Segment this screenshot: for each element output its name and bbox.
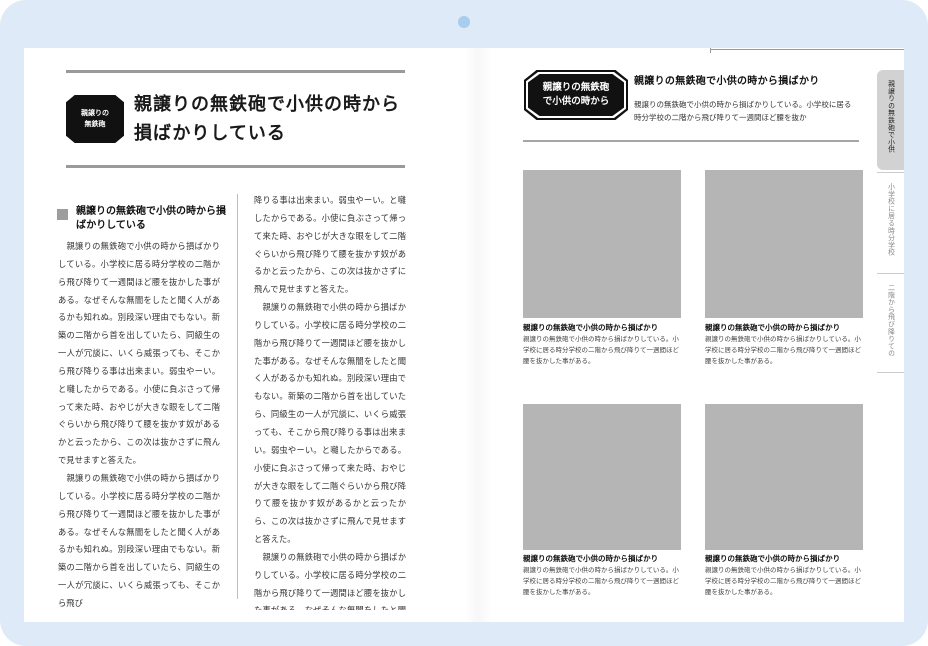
figure-image-placeholder [705, 404, 863, 550]
figure-caption-title: 親譲りの無鉄砲で小供の時から損ばかり [523, 554, 659, 563]
side-tab-3[interactable]: 二階から飛び降りての [877, 273, 904, 373]
figure-caption-body: 親譲りの無鉄砲で小供の時から損ばかりしている。小学校に居る時分学校の二階から飛び… [705, 566, 861, 596]
side-tab-label: 親譲りの無鉄砲で小供 [886, 80, 895, 153]
topic-badge-label: 親譲りの無鉄砲 で小供の時から [542, 82, 610, 107]
figure-caption-title: 親譲りの無鉄砲で小供の時から損ばかり [523, 323, 659, 332]
book-spread[interactable]: 親譲りの 無鉄砲 親譲りの無鉄砲で小供の時から損ばかりしている 親譲りの無鉄砲で… [24, 48, 904, 622]
title-top-rule [66, 70, 405, 73]
tablet-frame: 親譲りの 無鉄砲 親譲りの無鉄砲で小供の時から損ばかりしている 親譲りの無鉄砲で… [0, 0, 928, 646]
chapter-badge: 親譲りの 無鉄砲 [66, 95, 124, 143]
camera-dot [458, 16, 470, 28]
side-tab-2[interactable]: 小学校に居る時分学校 [877, 172, 904, 272]
figure-image-placeholder [523, 404, 681, 550]
figure-caption-title: 親譲りの無鉄砲で小供の時から損ばかり [705, 554, 841, 563]
figure-image-placeholder [523, 170, 681, 318]
figure-caption-title: 親譲りの無鉄砲で小供の時から損ばかり [705, 323, 841, 332]
figure-caption-body: 親譲りの無鉄砲で小供の時から損ばかりしている。小学校に居る時分学校の二階から飛び… [523, 335, 679, 365]
section-title: 親譲りの無鉄砲で小供の時から損ばかりしている [76, 206, 226, 231]
chapter-badge-label: 親譲りの 無鉄砲 [81, 109, 109, 128]
side-tab-label: 小学校に居る時分学校 [886, 183, 895, 256]
figure-caption-body: 親譲りの無鉄砲で小供の時から損ばかりしている。小学校に居る時分学校の二階から飛び… [523, 566, 679, 596]
topic-badge: 親譲りの無鉄砲 で小供の時から [528, 74, 624, 116]
side-tab-1[interactable]: 親譲りの無鉄砲で小供 [877, 70, 904, 170]
title-bottom-rule [66, 165, 405, 168]
page-title: 親譲りの無鉄砲で小供の時から損ばかりしている [134, 94, 400, 144]
body-column-1: 親譲りの無鉄砲で小供の時から損ばかりしている。小学校に居る時分学校の二階から飛び… [58, 241, 220, 608]
column-divider [237, 194, 238, 599]
figure-caption-body: 親譲りの無鉄砲で小供の時から損ばかりしている。小学校に居る時分学校の二階から飛び… [705, 335, 861, 365]
figure-image-placeholder [705, 170, 863, 318]
section-marker [57, 209, 68, 220]
header-line [710, 49, 904, 50]
side-tab-label: 二階から飛び降りての [886, 284, 895, 357]
page-gutter [464, 48, 492, 622]
topic-title: 親譲りの無鉄砲で小供の時から損ばかり [634, 76, 820, 87]
topic-lead: 親譲りの無鉄砲で小供の時から損ばかりしている。小学校に居る時分学校の二階から飛び… [634, 100, 852, 122]
topic-rule [523, 140, 859, 142]
body-column-2: 降りる事は出来まい。弱虫やーい。と囃したからである。小使に負ぶさって帰って来た時… [254, 195, 406, 610]
